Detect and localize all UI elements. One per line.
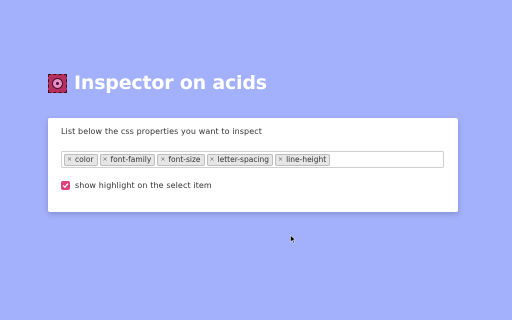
checkmark-icon — [62, 183, 69, 188]
remove-tag-icon[interactable]: × — [210, 156, 215, 163]
app-title: Inspector on acids — [74, 72, 267, 94]
highlight-checkbox-label: show highlight on the select item — [75, 181, 212, 190]
css-properties-input[interactable]: × color × font-family × font-size × lett… — [61, 151, 444, 168]
header: Inspector on acids — [48, 72, 267, 94]
remove-tag-icon[interactable]: × — [103, 156, 108, 163]
property-tag-line-height[interactable]: × line-height — [275, 153, 331, 166]
settings-card: List below the css properties you want t… — [48, 118, 458, 212]
tag-label: letter-spacing — [217, 155, 270, 164]
property-tag-letter-spacing[interactable]: × letter-spacing — [206, 153, 274, 166]
tag-label: line-height — [286, 155, 327, 164]
highlight-option[interactable]: show highlight on the select item — [61, 181, 212, 190]
property-tag-font-size[interactable]: × font-size — [157, 153, 205, 166]
target-logo-icon — [48, 73, 67, 93]
tag-label: font-family — [110, 155, 152, 164]
property-tag-font-family[interactable]: × font-family — [99, 153, 156, 166]
mouse-pointer-icon — [290, 235, 296, 244]
tag-label: color — [75, 155, 94, 164]
remove-tag-icon[interactable]: × — [67, 156, 72, 163]
properties-description: List below the css properties you want t… — [61, 127, 262, 136]
remove-tag-icon[interactable]: × — [278, 156, 283, 163]
highlight-checkbox[interactable] — [61, 181, 70, 190]
property-tag-color[interactable]: × color — [64, 153, 98, 166]
tag-label: font-size — [168, 155, 201, 164]
remove-tag-icon[interactable]: × — [160, 156, 165, 163]
